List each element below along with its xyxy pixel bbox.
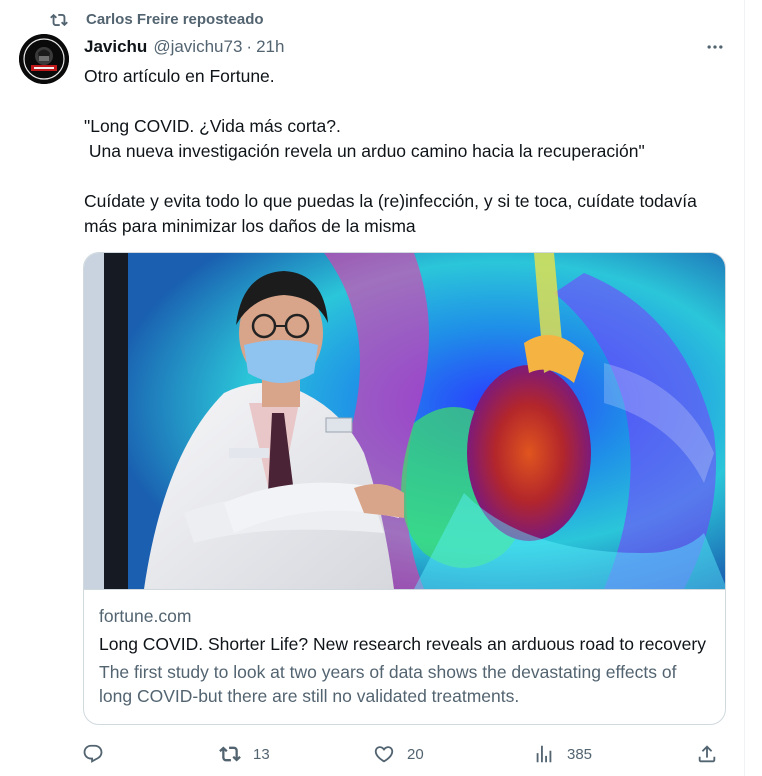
action-bar: 13 20 385 xyxy=(82,740,722,768)
article-image[interactable] xyxy=(84,253,725,589)
post-header: Javichu @javichu73 · 21h xyxy=(84,36,284,58)
post-paragraph: Cuídate y evita todo lo que puedas la (r… xyxy=(84,191,702,236)
avatar[interactable] xyxy=(19,34,69,84)
repost-label[interactable]: Carlos Freire reposteado xyxy=(86,11,264,28)
views-count: 385 xyxy=(567,745,593,763)
repost-icon xyxy=(219,746,241,762)
views-button[interactable]: 385 xyxy=(533,740,592,768)
post-paragraph: Otro artículo en Fortune. xyxy=(84,66,275,86)
separator-dot: · xyxy=(246,37,253,56)
repost-indicator: Carlos Freire reposteado xyxy=(50,9,264,31)
card-description: The first study to look at two years of … xyxy=(99,662,677,706)
post-text: Otro artículo en Fortune. "Long COVID. ¿… xyxy=(84,64,734,239)
share-icon xyxy=(698,745,716,763)
reply-button[interactable] xyxy=(82,740,116,768)
heart-icon xyxy=(374,746,394,763)
post-time[interactable]: 21h xyxy=(256,37,284,57)
author-handle[interactable]: @javichu73 xyxy=(153,37,242,57)
repost-button[interactable]: 13 xyxy=(219,740,270,768)
views-icon xyxy=(536,745,552,763)
link-preview-card[interactable]: fortune.com Long COVID. Shorter Life? Ne… xyxy=(83,252,726,725)
post-paragraph: "Long COVID. ¿Vida más corta?. Una nueva… xyxy=(84,116,645,161)
like-button[interactable]: 20 xyxy=(373,740,424,768)
more-icon xyxy=(707,45,723,49)
card-domain: fortune.com xyxy=(99,606,192,626)
share-button[interactable] xyxy=(696,740,718,768)
card-meta: fortune.com Long COVID. Shorter Life? Ne… xyxy=(84,589,725,708)
card-title[interactable]: Long COVID. Shorter Life? New research r… xyxy=(99,632,710,656)
more-button[interactable] xyxy=(700,36,730,58)
repost-icon xyxy=(50,13,68,27)
reply-icon xyxy=(83,744,103,763)
author-name[interactable]: Javichu xyxy=(84,37,147,57)
like-count: 20 xyxy=(407,745,424,763)
repost-count: 13 xyxy=(253,745,270,763)
timeline-border xyxy=(744,0,745,776)
